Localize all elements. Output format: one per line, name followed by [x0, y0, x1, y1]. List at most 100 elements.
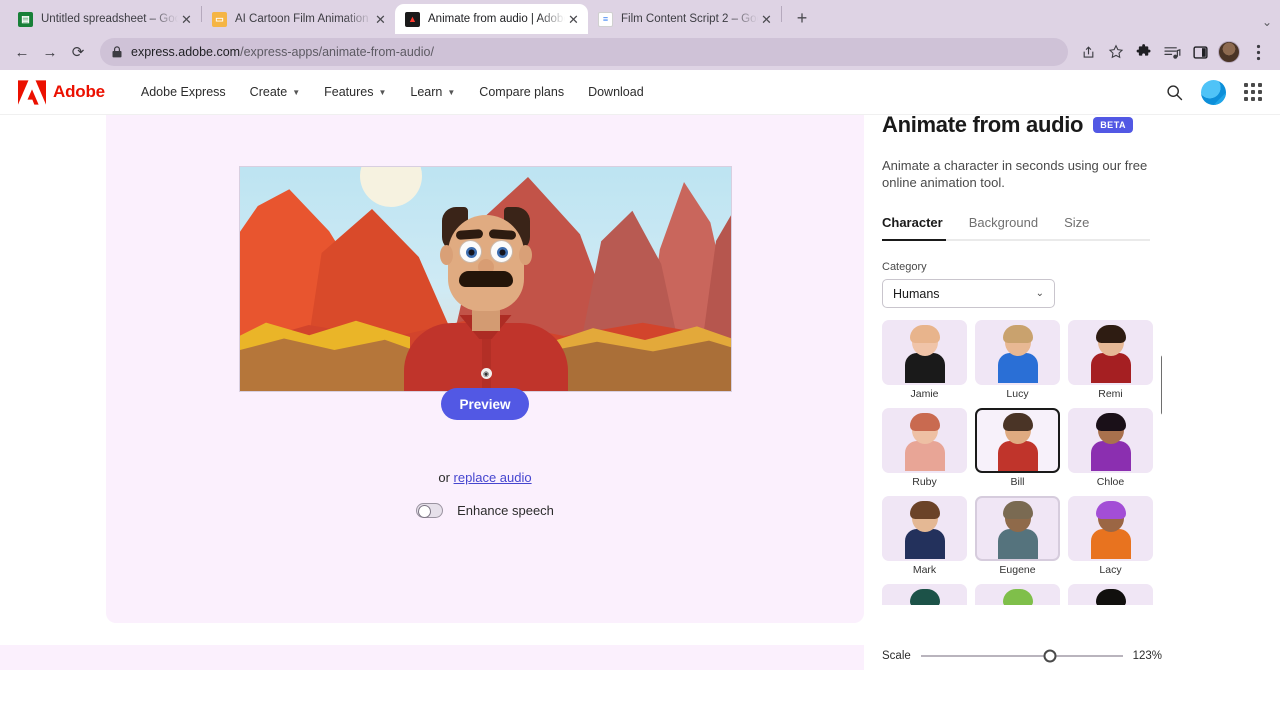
character-avatar-art [899, 589, 951, 605]
tab-background[interactable]: Background [969, 215, 1038, 230]
chrome-menu-icon[interactable] [1244, 38, 1272, 66]
nav-label: Download [588, 85, 644, 99]
character-thumbnail [975, 584, 1060, 605]
character-ear-left [439, 245, 453, 265]
character-thumbnail [1068, 584, 1153, 605]
reading-list-icon[interactable] [1158, 38, 1186, 66]
character-card-eugene[interactable]: Eugene [975, 496, 1060, 576]
bookmark-star-icon[interactable] [1102, 38, 1130, 66]
chevron-down-icon: ▼ [447, 87, 456, 97]
avatar-hair [1002, 589, 1033, 605]
character-avatar-art [1085, 325, 1137, 383]
character-avatar-art [1085, 413, 1137, 471]
replace-audio-link[interactable]: replace audio [454, 470, 532, 485]
nav-label: Compare plans [479, 85, 565, 99]
character-card-unnamed-11[interactable] [1068, 584, 1153, 605]
character-card-lucy[interactable]: Lucy [975, 320, 1060, 400]
extensions-puzzle-icon[interactable] [1130, 38, 1158, 66]
character-thumbnail [975, 320, 1060, 385]
browser-tab-2-active[interactable]: ▲ Animate from audio | Adobe Ex ✕ [395, 4, 588, 34]
character-thumbnail [975, 408, 1060, 473]
avatar-hair [1002, 501, 1033, 519]
character-card-bill[interactable]: Bill [975, 408, 1060, 488]
character-card-jamie[interactable]: Jamie [882, 320, 967, 400]
character-ear-right [518, 245, 532, 265]
close-icon[interactable]: ✕ [372, 11, 389, 28]
panel-header: Animate from audio BETA [882, 115, 1262, 141]
reload-icon[interactable]: ⟳ [64, 38, 92, 66]
profile-avatar[interactable] [1218, 41, 1240, 63]
app-grid-icon[interactable] [1244, 83, 1262, 101]
character-card-unnamed-9[interactable] [882, 584, 967, 605]
search-icon[interactable] [1166, 84, 1183, 101]
close-icon[interactable]: ✕ [758, 11, 775, 28]
nav-item-features[interactable]: Features ▼ [324, 85, 386, 99]
avatar-torso [1090, 353, 1131, 383]
panel-description: Animate a character in seconds using our… [882, 158, 1148, 190]
user-avatar[interactable] [1201, 79, 1226, 105]
avatar-torso [904, 441, 945, 471]
chevron-down-icon: ⌄ [1035, 288, 1044, 299]
character-card-remi[interactable]: Remi [1068, 320, 1153, 400]
enhance-speech-toggle[interactable] [416, 503, 444, 518]
browser-tab-0[interactable]: ▤ Untitled spreadsheet – Google ✕ [8, 4, 201, 34]
address-bar[interactable]: express.adobe.com/express-apps/animate-f… [100, 38, 1068, 66]
character-brow-left [455, 229, 483, 240]
character-grid: Jamie Lucy Remi Ruby Bill Chloe Mark Eugene Lacy [882, 320, 1162, 605]
nav-item-learn[interactable]: Learn ▼ [410, 85, 455, 99]
page-title: Animate from audio [882, 115, 1084, 137]
nav-label: Adobe Express [140, 85, 226, 99]
avatar-hair [1002, 413, 1033, 431]
url-text: express.adobe.com/express-apps/animate-f… [131, 45, 434, 59]
character-card-lacy[interactable]: Lacy [1068, 496, 1153, 576]
character-card-unnamed-10[interactable] [975, 584, 1060, 605]
new-tab-button[interactable]: + [788, 4, 816, 32]
avatar-torso [1090, 529, 1131, 559]
share-icon[interactable] [1074, 38, 1102, 66]
character-name: Eugene [999, 564, 1036, 576]
browser-tab-3[interactable]: ≡ Film Content Script 2 – Google ✕ [588, 4, 781, 34]
close-icon[interactable]: ✕ [178, 11, 195, 28]
tab-size[interactable]: Size [1064, 215, 1089, 230]
category-dropdown[interactable]: Humans ⌄ [882, 279, 1055, 308]
orange-doc-icon: ▭ [212, 11, 227, 27]
character-avatar-art [992, 325, 1044, 383]
adobe-wordmark: Adobe [53, 82, 105, 101]
tab-character[interactable]: Character [882, 215, 943, 230]
back-icon[interactable]: ← [8, 38, 36, 66]
character-card-ruby[interactable]: Ruby [882, 408, 967, 488]
character-card-chloe[interactable]: Chloe [1068, 408, 1153, 488]
nav-item-create[interactable]: Create ▼ [250, 85, 300, 99]
avatar-hair [909, 325, 940, 343]
enhance-speech-label: Enhance speech [457, 503, 554, 518]
video-preview[interactable]: ◉ [239, 166, 732, 392]
side-panel-icon[interactable] [1186, 38, 1214, 66]
chevron-down-icon: ▼ [378, 87, 387, 97]
animate-editor-card: ◉ Preview or replace audio Enhance speec… [106, 115, 864, 623]
avatar-hair [909, 589, 940, 605]
nav-item-compare-plans[interactable]: Compare plans [479, 85, 564, 99]
nav-item-adobe-express[interactable]: Adobe Express [141, 85, 226, 99]
browser-tab-1[interactable]: ▭ AI Cartoon Film Animation – Go ✕ [202, 4, 395, 34]
character-avatar-art [899, 325, 951, 383]
forward-icon[interactable]: → [36, 38, 64, 66]
avatar-hair [1002, 325, 1033, 343]
scale-slider-track[interactable] [920, 649, 1123, 663]
character-pupil [465, 247, 477, 258]
character-grid-scrollbar[interactable] [1161, 355, 1162, 415]
chevron-down-icon: ▼ [292, 87, 301, 97]
preview-button[interactable]: Preview [441, 388, 529, 420]
close-icon[interactable]: ✕ [565, 11, 582, 28]
window-minimize-icon[interactable]: ⌄ [1262, 15, 1272, 29]
tab-active-underline [882, 239, 946, 241]
character-card-mark[interactable]: Mark [882, 496, 967, 576]
nav-item-download[interactable]: Download [588, 85, 644, 99]
adobe-logo[interactable]: Adobe [18, 79, 105, 105]
character-name: Remi [1098, 388, 1123, 400]
avatar-torso [1090, 441, 1131, 471]
scale-slider-knob[interactable] [1043, 649, 1057, 663]
page-body: ◉ Preview or replace audio Enhance speec… [0, 115, 1280, 670]
character-avatar-art [992, 501, 1044, 559]
avatar-torso [997, 353, 1038, 383]
character-thumbnail [882, 584, 967, 605]
